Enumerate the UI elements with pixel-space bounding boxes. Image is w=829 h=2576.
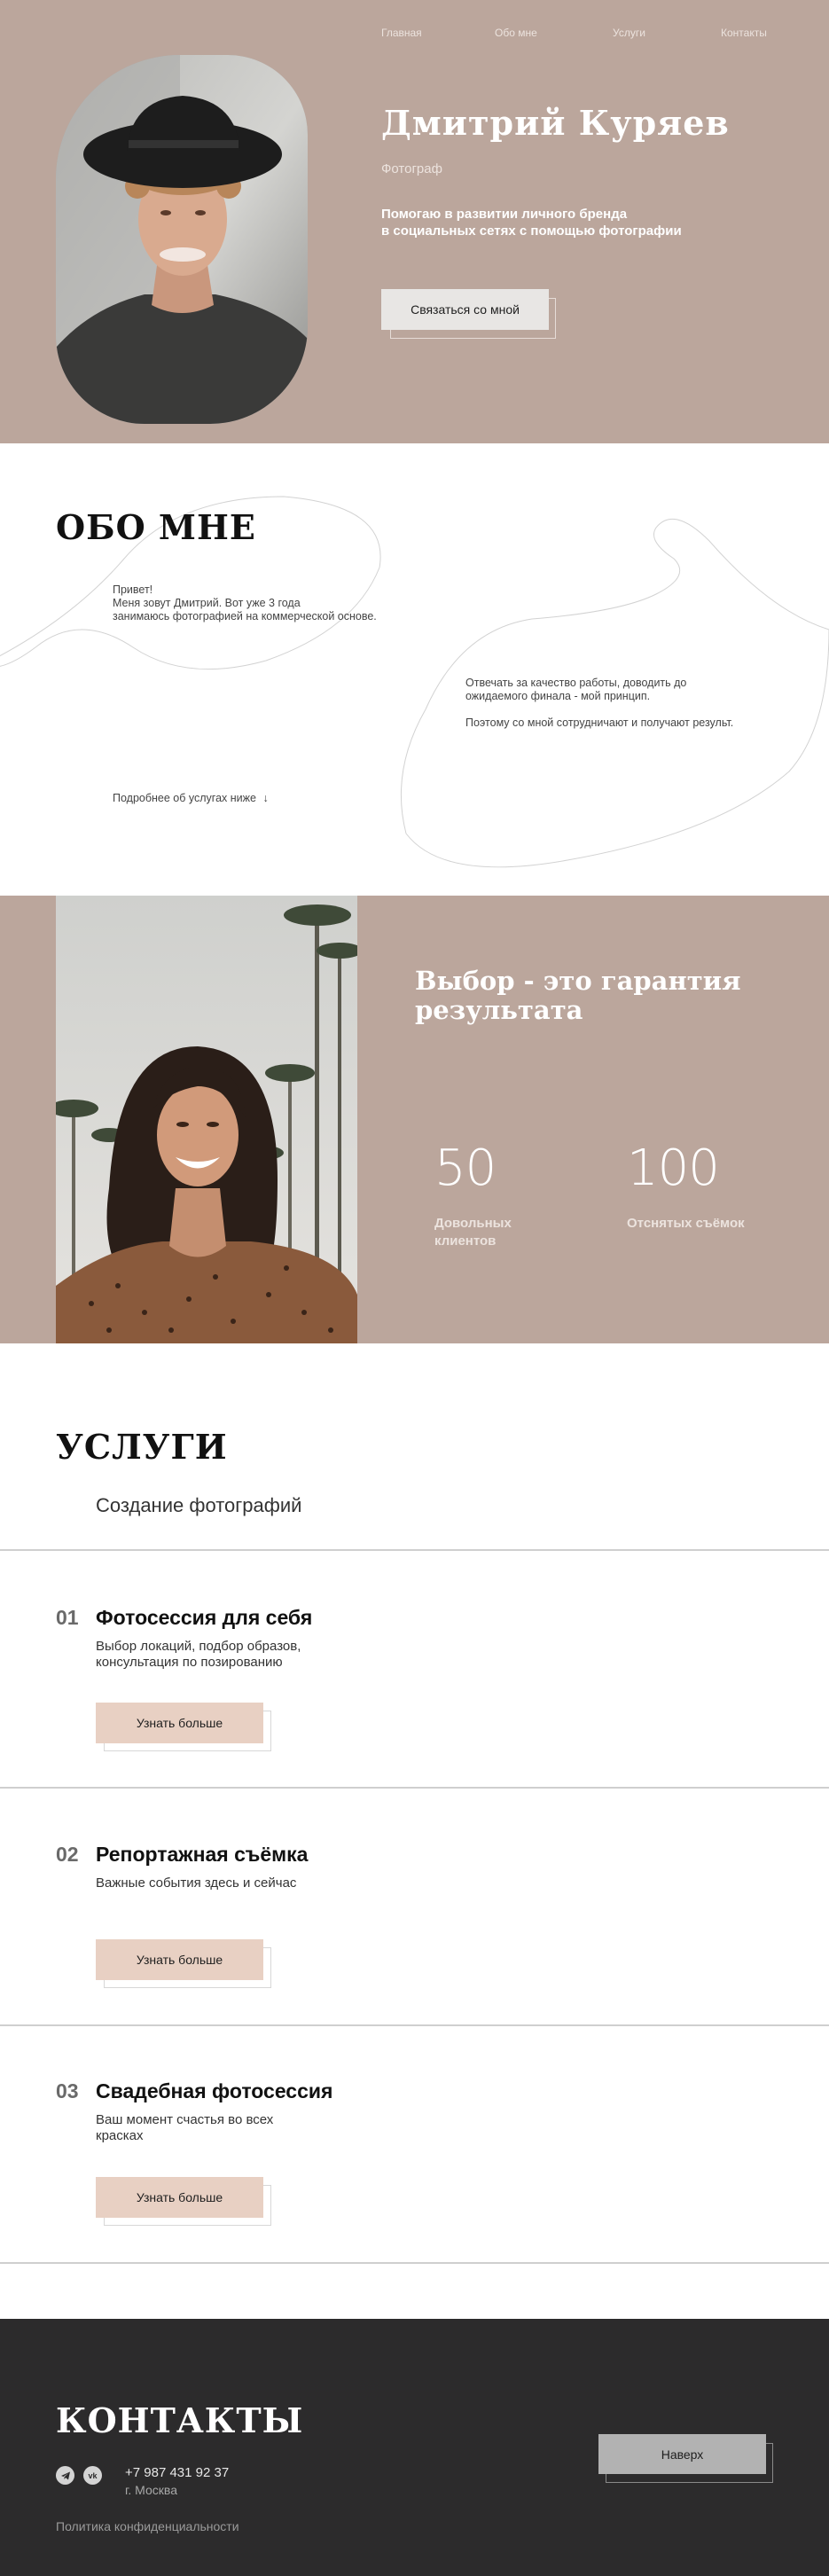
stat-clients-label-line-2: клиентов [434, 1233, 497, 1249]
about-quality-line-2: ожидаемого финала - мой принцип. [465, 690, 651, 702]
hero-section: Главная Обо мне Услуги Контакты Дмитрий … [0, 0, 829, 443]
service-title: Репортажная съёмка [96, 1843, 309, 1866]
learn-more-button[interactable]: Узнать больше [96, 1703, 263, 1743]
learn-more-button[interactable]: Узнать больше [96, 2177, 263, 2218]
woman-photo [56, 896, 357, 1343]
service-number: 01 [56, 1606, 79, 1629]
photographer-portrait [56, 55, 308, 424]
privacy-policy-link[interactable]: Политика конфиденциальности [56, 2519, 239, 2533]
nav-services[interactable]: Услуги [613, 27, 645, 39]
woman-image [56, 896, 357, 1343]
services-divider-2 [0, 1787, 829, 1789]
about-quality: Отвечать за качество работы, доводить до… [465, 677, 686, 703]
service-title: Свадебная фотосессия [96, 2079, 333, 2102]
service-description: Выбор локаций, подбор образов, консульта… [96, 1639, 362, 1671]
vk-text: vk [88, 2470, 98, 2480]
choice-title: Выбор - это гарантия результата [415, 967, 787, 1025]
service-description-line-2: консультация по позированию [96, 1655, 283, 1670]
service-description-line-2: красках [96, 2128, 144, 2143]
about-title: ОБО МНЕ [56, 507, 256, 547]
services-divider-4 [0, 2262, 829, 2264]
about-section: ОБО МНЕ Привет! Меня зовут Дмитрий. Вот … [0, 443, 829, 896]
arrow-down-icon: ↓ [262, 792, 269, 804]
about-intro-line-3: занимаюсь фотографией на коммерческой ос… [113, 610, 377, 622]
about-intro-line-2: Меня зовут Дмитрий. Вот уже 3 года [113, 597, 301, 609]
learn-more-button[interactable]: Узнать больше [96, 1939, 263, 1980]
top-nav: Главная Обо мне Услуги Контакты [0, 27, 829, 44]
portrait-image [56, 55, 308, 424]
contacts-title: КОНТАКТЫ [56, 2400, 304, 2440]
nav-about[interactable]: Обо мне [495, 27, 537, 39]
services-title: УСЛУГИ [56, 1427, 228, 1467]
service-description-line-1: Ваш момент счастья во всех [96, 2112, 274, 2127]
contact-button-group: Связаться со мной [381, 289, 559, 342]
services-divider-3 [0, 2024, 829, 2026]
about-quality-line-1: Отвечать за качество работы, доводить до [465, 677, 687, 689]
hero-tagline-line-1: Помогаю в развитии личного бренда [381, 207, 628, 222]
services-section: УСЛУГИ Создание фотографий 01 Фотосессия… [0, 1343, 829, 2319]
services-divider-1 [0, 1549, 829, 1551]
service-title: Фотосессия для себя [96, 1606, 313, 1629]
phone-number[interactable]: +7 987 431 92 37 [125, 2465, 229, 2480]
choice-title-line-1: Выбор - это гарантия [415, 966, 741, 996]
back-to-top-button[interactable]: Наверх [598, 2434, 766, 2474]
service-number: 02 [56, 1843, 79, 1866]
telegram-glyph [60, 2471, 70, 2479]
service-description: Ваш момент счастья во всех красках [96, 2112, 362, 2144]
about-intro-line-1: Привет! [113, 583, 153, 596]
service-number: 03 [56, 2079, 79, 2102]
vk-icon[interactable]: vk [83, 2466, 102, 2485]
choice-section: Выбор - это гарантия результата 50 Довол… [0, 896, 829, 1343]
services-subtitle: Создание фотографий [96, 1494, 302, 1516]
stat-clients-label-line-1: Довольных [434, 1216, 512, 1231]
hero-name: Дмитрий Куряев [381, 103, 730, 143]
stat-clients-label: Довольных клиентов [434, 1215, 512, 1250]
city: г. Москва [125, 2483, 177, 2497]
about-intro: Привет! Меня зовут Дмитрий. Вот уже 3 го… [113, 583, 377, 623]
service-description-line-1: Выбор локаций, подбор образов, [96, 1639, 301, 1654]
hero-tagline: Помогаю в развитии личного бренда в соци… [381, 206, 736, 239]
contacts-footer: КОНТАКТЫ vk +7 987 431 92 37 г. Москва П… [0, 2319, 829, 2576]
service-button-group: Узнать больше [96, 1703, 273, 1754]
stat-clients-value: 50 [434, 1139, 497, 1197]
about-trust: Поэтому со мной сотрудничают и получают … [465, 716, 734, 729]
nav-contacts[interactable]: Контакты [721, 27, 767, 39]
hero-role: Фотограф [381, 161, 442, 176]
hero-tagline-line-2: в социальных сетях с помощью фотографии [381, 223, 682, 239]
stat-shoots-label: Отснятых съёмок [627, 1216, 745, 1231]
more-services-label: Подробнее об услугах ниже [113, 792, 256, 804]
contact-button[interactable]: Связаться со мной [381, 289, 549, 330]
service-description: Важные события здесь и сейчас [96, 1875, 297, 1891]
more-services-link[interactable]: Подробнее об услугах ниже ↓ [113, 792, 269, 805]
service-button-group: Узнать больше [96, 1939, 273, 1991]
telegram-icon[interactable] [56, 2466, 74, 2485]
stat-shoots-value: 100 [627, 1139, 720, 1197]
service-button-group: Узнать больше [96, 2177, 273, 2228]
choice-title-line-2: результата [415, 995, 583, 1025]
back-to-top-group: Наверх [598, 2434, 776, 2484]
nav-home[interactable]: Главная [381, 27, 422, 39]
